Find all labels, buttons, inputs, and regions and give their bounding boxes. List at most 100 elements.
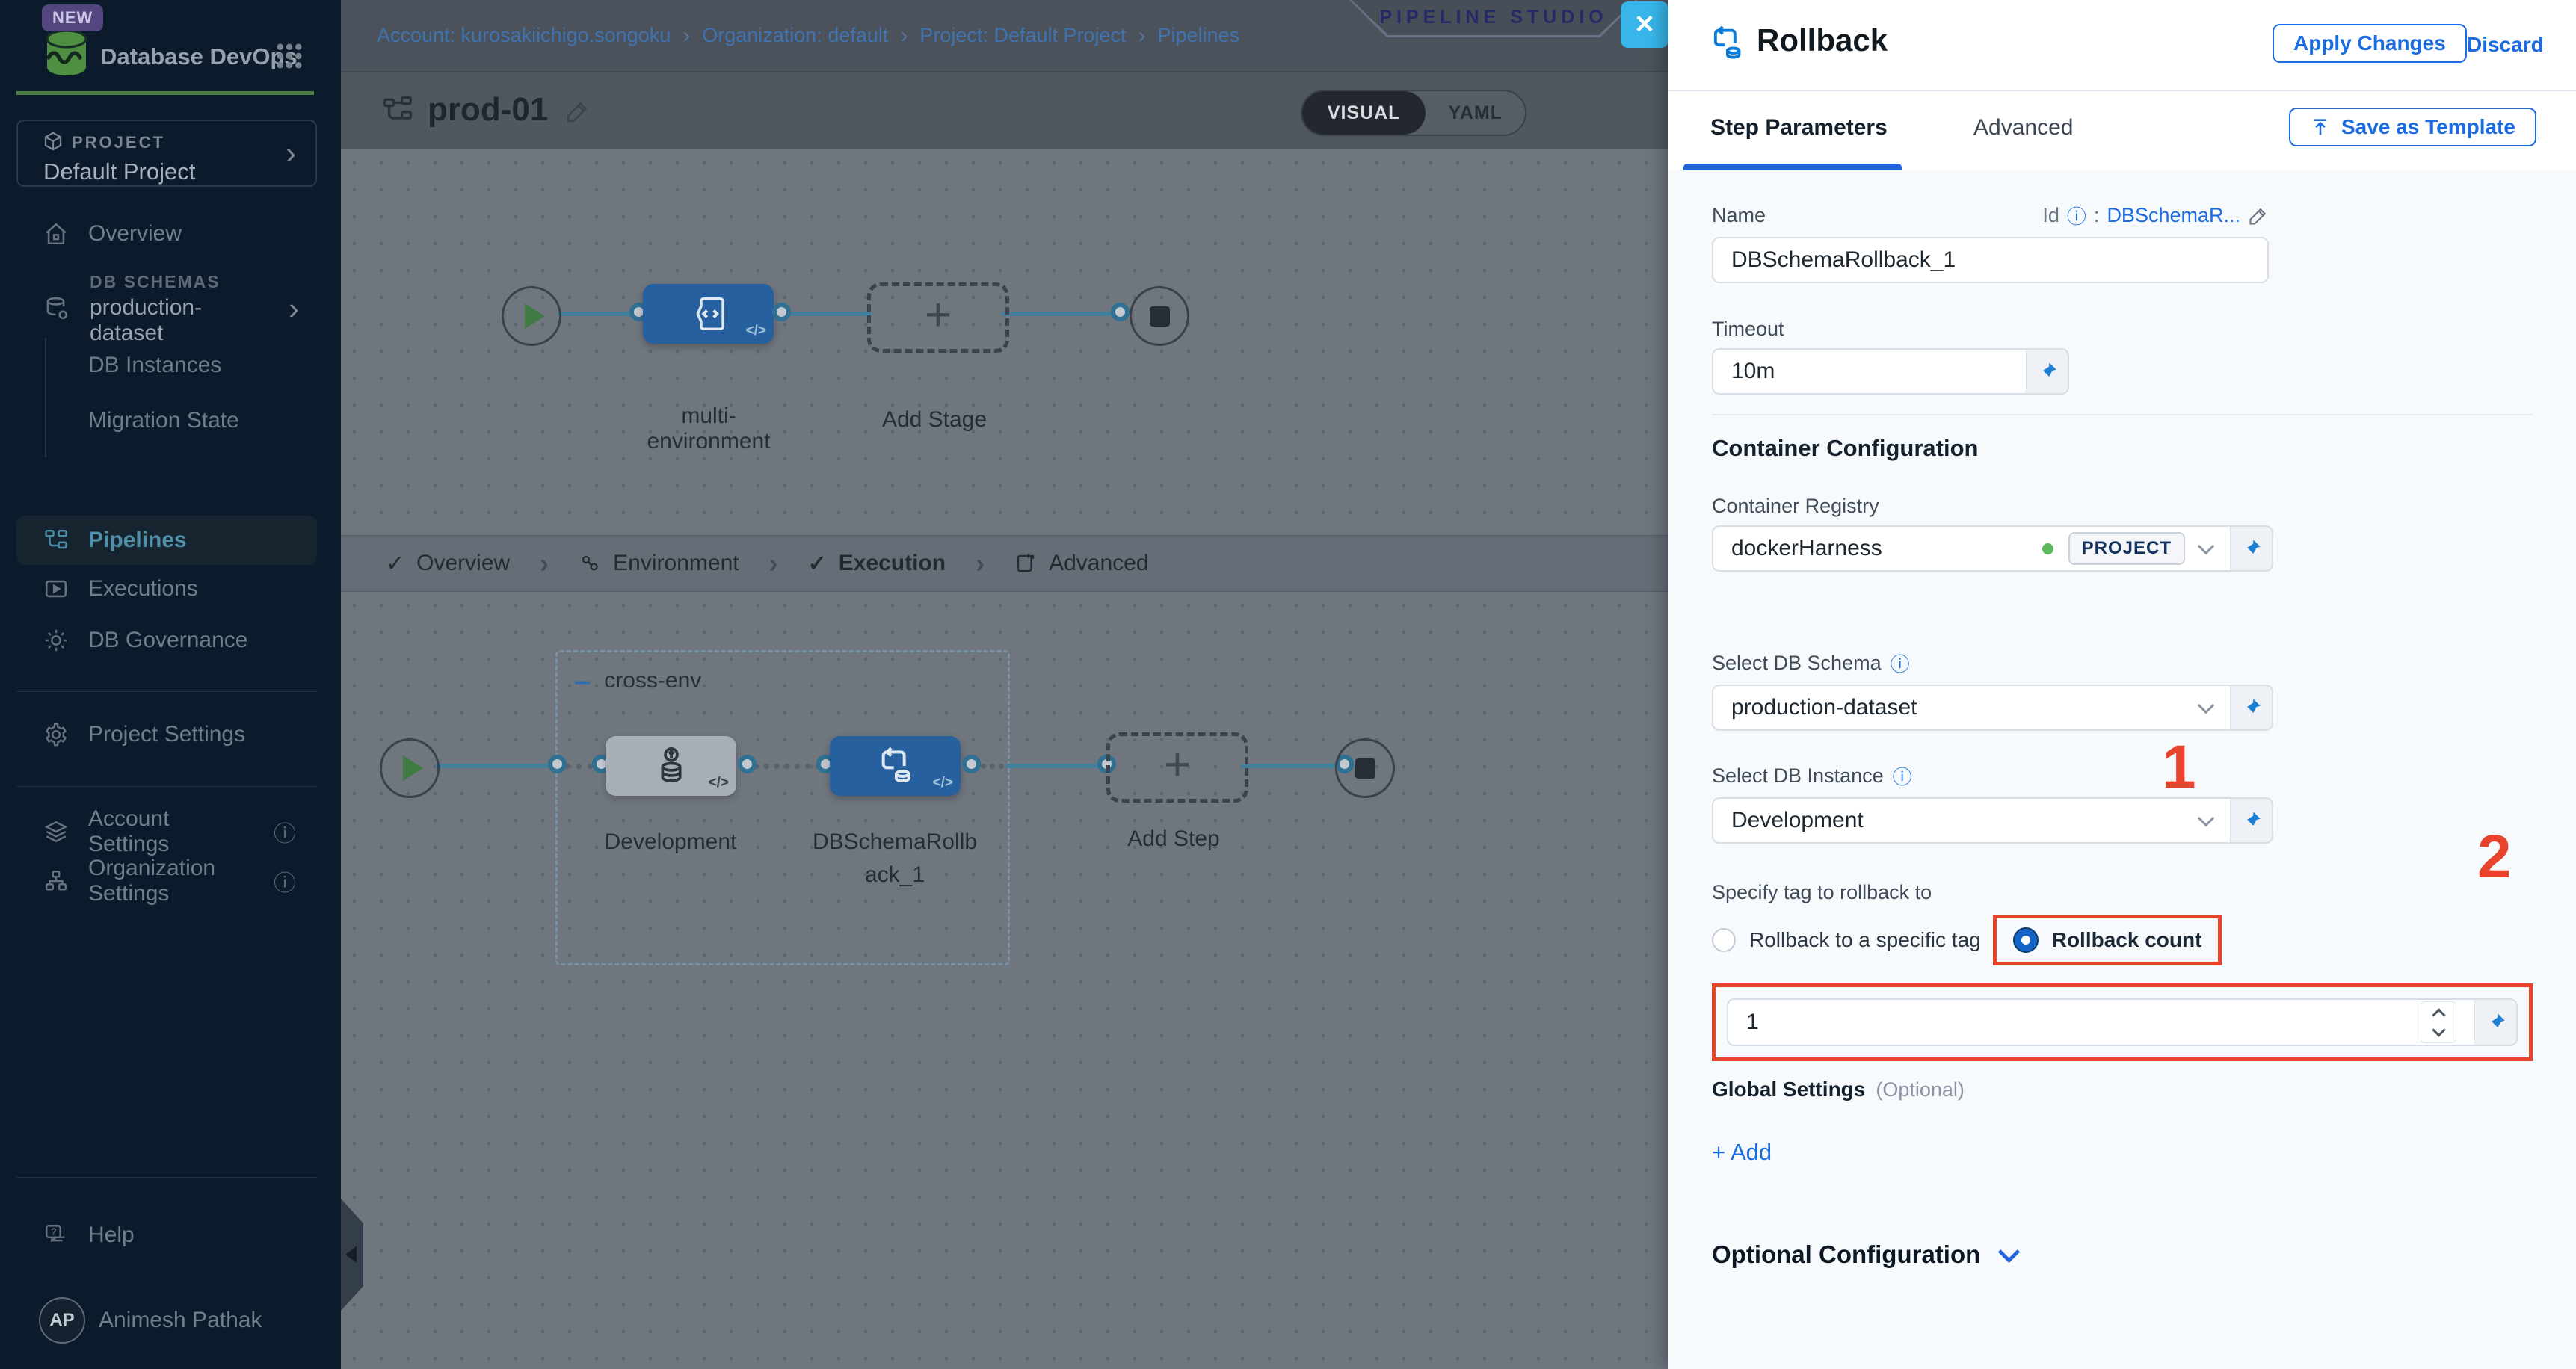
container-registry-select[interactable]: dockerHarness PROJECT bbox=[1712, 525, 2230, 572]
stage-canvas[interactable]: </> + multi-environment Add Stage bbox=[341, 149, 1668, 535]
stepper-up-icon[interactable] bbox=[2432, 1008, 2445, 1022]
tab-step-parameters[interactable]: Step Parameters bbox=[1710, 115, 1888, 140]
connector bbox=[1002, 312, 1118, 316]
sidebar-item-label: Overview bbox=[88, 221, 182, 247]
collapse-group-icon[interactable]: – bbox=[574, 672, 591, 690]
apply-changes-button[interactable]: Apply Changes bbox=[2273, 24, 2467, 63]
pipeline-end-node[interactable] bbox=[1130, 286, 1189, 346]
edit-id-icon[interactable] bbox=[2248, 205, 2269, 226]
execution-start-node[interactable] bbox=[380, 738, 440, 798]
timeout-pin-toggle[interactable] bbox=[2026, 348, 2069, 395]
step-label: DBSchemaRollb bbox=[813, 829, 977, 855]
avatar[interactable]: AP bbox=[39, 1297, 85, 1344]
info-icon[interactable]: ⓘ bbox=[1891, 649, 1910, 677]
pipeline-start-node[interactable] bbox=[502, 286, 561, 346]
registry-pin-toggle[interactable] bbox=[2230, 525, 2273, 572]
sidebar-item-organization-settings[interactable]: Organization Settings ⓘ bbox=[16, 856, 317, 906]
discard-button[interactable]: Discard bbox=[2467, 33, 2544, 57]
check-icon: ✓ bbox=[386, 551, 404, 577]
advanced-icon bbox=[1014, 552, 1037, 575]
sidebar-item-db-schemas[interactable]: DB SCHEMAS production-dataset › bbox=[16, 268, 317, 350]
sidebar-item-migration-state[interactable]: Migration State bbox=[88, 408, 239, 433]
sidebar-item-account-settings[interactable]: Account Settings ⓘ bbox=[16, 807, 317, 856]
database-devops-logo-icon[interactable] bbox=[43, 28, 90, 78]
step-id: Id ⓘ : DBSchemaR... bbox=[2042, 202, 2269, 229]
chevron-down-icon[interactable] bbox=[2198, 697, 2215, 714]
tab-environment[interactable]: Environment bbox=[579, 551, 739, 576]
rollback-tag-label: Specify tag to rollback to bbox=[1712, 881, 2533, 904]
active-tab-underline bbox=[1683, 164, 1902, 170]
execution-end-node[interactable] bbox=[1335, 738, 1395, 798]
rollback-count-input[interactable]: 1 bbox=[1727, 998, 2474, 1046]
chevron-down-icon[interactable] bbox=[2198, 810, 2215, 827]
timeout-input[interactable]: 10m bbox=[1712, 348, 2026, 395]
chevron-down-icon[interactable] bbox=[2198, 538, 2215, 555]
breadcrumb-account[interactable]: Account: kurosakiichigo.songoku bbox=[377, 24, 671, 47]
user-name[interactable]: Animesh Pathak bbox=[99, 1308, 262, 1333]
tab-overview[interactable]: ✓ Overview bbox=[386, 551, 510, 577]
step-group-cross-env[interactable] bbox=[555, 650, 1010, 965]
tab-advanced-panel[interactable]: Advanced bbox=[1973, 115, 2073, 140]
instance-pin-toggle[interactable] bbox=[2230, 797, 2273, 844]
executions-icon bbox=[43, 576, 69, 602]
chevron-left-icon bbox=[345, 1246, 357, 1263]
schema-pin-toggle[interactable] bbox=[2230, 684, 2273, 731]
stepper-down-icon[interactable] bbox=[2432, 1023, 2445, 1036]
step-group-header: – cross-env bbox=[574, 668, 701, 693]
step-development[interactable]: </> bbox=[606, 736, 736, 796]
execution-canvas[interactable]: – cross-env </> bbox=[341, 592, 1668, 1369]
step-dbschemarollback[interactable]: </> bbox=[830, 736, 961, 796]
sidebar-item-db-instances[interactable]: DB Instances bbox=[88, 353, 221, 378]
sidebar-item-project-settings[interactable]: Project Settings bbox=[16, 710, 317, 759]
count-pin-toggle[interactable] bbox=[2474, 998, 2518, 1046]
sidebar-item-pipelines[interactable]: Pipelines bbox=[16, 516, 317, 565]
sidebar-item-executions[interactable]: Executions bbox=[16, 564, 317, 614]
add-step-button[interactable]: + bbox=[1106, 732, 1248, 803]
logo-underline bbox=[16, 91, 314, 95]
breadcrumb-organization[interactable]: Organization: default bbox=[702, 24, 888, 47]
save-as-template-button[interactable]: Save as Template bbox=[2289, 108, 2536, 146]
add-stage-button[interactable]: + bbox=[867, 282, 1009, 353]
pipeline-icon bbox=[381, 94, 414, 127]
add-global-setting-link[interactable]: + Add bbox=[1712, 1139, 2533, 1166]
toggle-visual[interactable]: VISUAL bbox=[1302, 91, 1426, 135]
edit-pipeline-icon[interactable] bbox=[565, 99, 591, 124]
sidebar-item-db-governance[interactable]: DB Governance bbox=[16, 616, 317, 665]
sidebar-item-help[interactable]: ? Help bbox=[16, 1211, 317, 1260]
breadcrumb-pipelines[interactable]: Pipelines bbox=[1158, 24, 1240, 47]
product-name: Database DevOps bbox=[100, 43, 298, 70]
radio-specific-tag-label[interactable]: Rollback to a specific tag bbox=[1749, 928, 1981, 952]
sidebar-item-label: DB Governance bbox=[88, 628, 247, 653]
plus-icon: + bbox=[925, 292, 952, 339]
sidebar-item-label: Account Settings bbox=[88, 806, 254, 857]
sidebar-item-label: Executions bbox=[88, 576, 198, 602]
app-grid-icon[interactable] bbox=[274, 40, 305, 72]
db-schemas-selected: production-dataset bbox=[90, 295, 269, 346]
optional-configuration-toggle[interactable]: Optional Configuration bbox=[1712, 1240, 2533, 1269]
sidebar-item-label: Help bbox=[88, 1223, 135, 1248]
tab-advanced[interactable]: Advanced bbox=[1014, 551, 1148, 576]
breadcrumb-project[interactable]: Project: Default Project bbox=[919, 24, 1126, 47]
radio-specific-tag[interactable] bbox=[1712, 928, 1736, 952]
number-stepper[interactable] bbox=[2421, 1001, 2456, 1043]
project-selector[interactable]: PROJECT Default Project › bbox=[16, 120, 317, 187]
code-badge: </> bbox=[746, 323, 766, 339]
breadcrumb-separator: › bbox=[1138, 23, 1146, 49]
db-instance-select[interactable]: Development bbox=[1712, 797, 2230, 844]
toggle-yaml[interactable]: YAML bbox=[1426, 102, 1525, 124]
step-config-panel: Rollback Apply Changes Discard Step Para… bbox=[1668, 0, 2576, 1369]
sidebar-item-overview[interactable]: Overview bbox=[16, 209, 317, 259]
info-icon[interactable]: ⓘ bbox=[2067, 202, 2086, 229]
chevron-right-icon: › bbox=[289, 293, 299, 324]
db-schema-select[interactable]: production-dataset bbox=[1712, 684, 2230, 731]
radio-rollback-count-label[interactable]: Rollback count bbox=[2052, 928, 2202, 952]
tab-execution[interactable]: ✓ Execution bbox=[808, 551, 946, 577]
radio-rollback-count[interactable] bbox=[2013, 927, 2039, 953]
info-icon[interactable]: ⓘ bbox=[1893, 762, 1912, 790]
db-deploy-icon bbox=[650, 745, 692, 787]
close-panel-button[interactable]: ✕ bbox=[1621, 1, 1668, 48]
svg-text:?: ? bbox=[51, 1226, 57, 1237]
stage-multi-environment[interactable]: </> bbox=[643, 284, 774, 344]
pin-icon bbox=[2037, 361, 2058, 382]
name-input[interactable]: DBSchemaRollback_1 bbox=[1712, 237, 2269, 283]
